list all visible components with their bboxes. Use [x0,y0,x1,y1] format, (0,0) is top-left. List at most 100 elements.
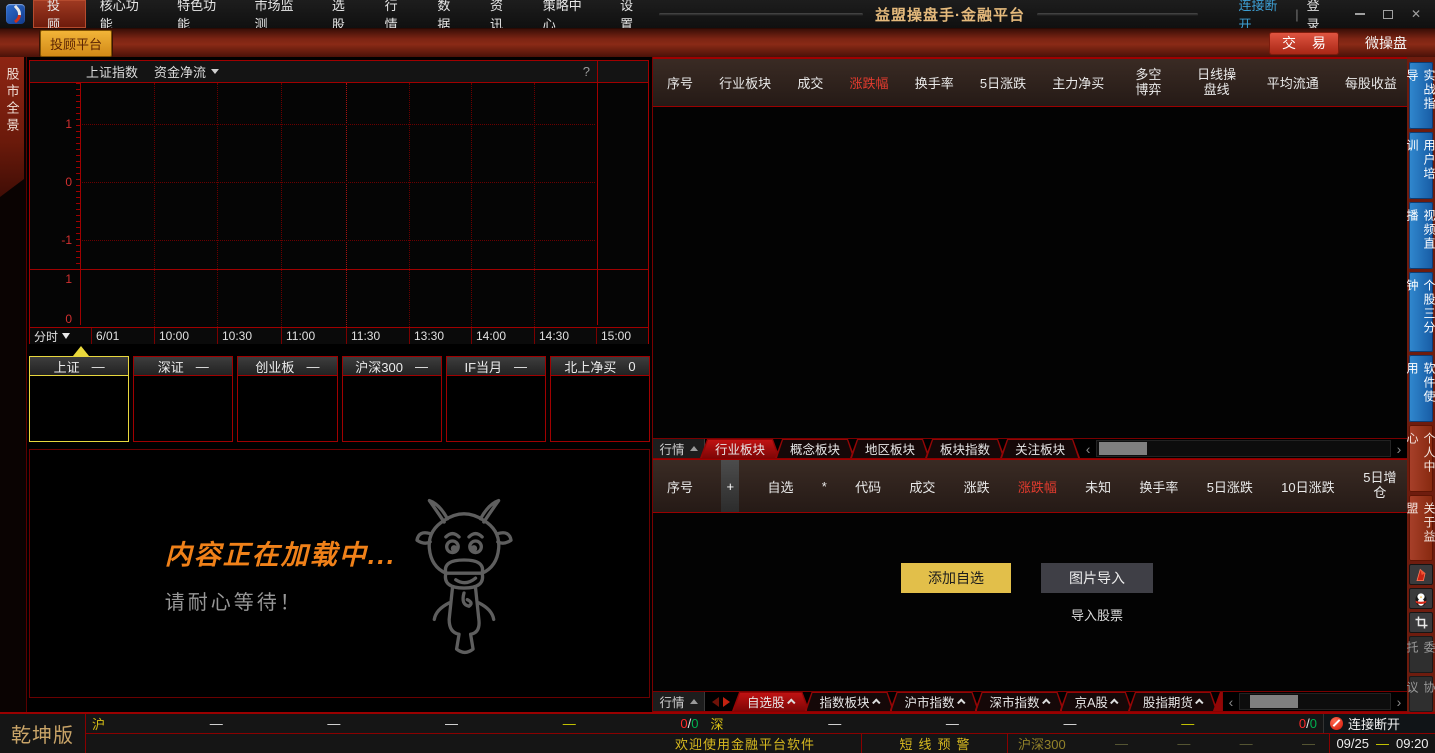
rail-stock-3min[interactable]: 个股三分钟 [1409,272,1433,352]
close-button[interactable]: ✕ [1405,5,1427,23]
col-5day-position[interactable]: 5日增仓 [1363,471,1397,501]
sector-table-body[interactable] [653,107,1407,438]
rail-software-usage[interactable]: 软件使用 [1409,355,1433,422]
tab-sz-index[interactable]: 深市指数 [975,692,1065,711]
help-icon[interactable]: ? [583,64,590,79]
col-volume[interactable]: 成交 [909,477,935,496]
fund-flow-dropdown[interactable]: 资金净流 [154,62,219,81]
tab-market-overview[interactable]: 股市全景 [0,57,24,197]
minimize-button[interactable] [1349,5,1371,23]
col-seq[interactable]: 序号 [667,477,693,496]
add-watchlist-button[interactable]: 添加自选 [901,563,1011,593]
add-column-button[interactable]: + [721,460,739,512]
tab-scrollbar[interactable] [1096,440,1391,457]
connection-status[interactable]: 连接断开 [1323,714,1435,733]
index-box-shanghai[interactable]: 上证— [29,356,129,442]
menu-item-core[interactable]: 核心功能 [86,0,163,28]
index-boxes: 上证— 深证— 创业板— 沪深300— IF当月— 北上净买0 [29,356,650,442]
col-star[interactable]: * [822,479,827,494]
col-main-net-buy[interactable]: 主力净买 [1052,73,1104,92]
menu-item-market-monitor[interactable]: 市场监测 [241,0,318,28]
menu-item-strategy[interactable]: 策略中心 [529,0,606,28]
col-5day-change[interactable]: 5日涨跌 [1207,477,1253,496]
col-change-pct[interactable]: 涨跌幅 [850,73,889,92]
tab-index-sectors[interactable]: 指数板块 [805,692,895,711]
index-ticker[interactable]: 沪深300 — — — — [1007,734,1329,753]
col-eps[interactable]: 每股收益 [1345,73,1397,92]
col-daily-line[interactable]: 日线操盘线 [1193,68,1241,98]
advisor-platform-button[interactable]: 投顾平台 [40,30,112,57]
col-turnover[interactable]: 换手率 [915,73,954,92]
micro-trade-button[interactable]: 微操盘 [1365,33,1407,53]
menu-item-quotes[interactable]: 行情 [371,0,424,28]
index-box-northbound[interactable]: 北上净买0 [550,356,650,442]
menu-item-settings[interactable]: 设置 [606,0,659,28]
short-term-alert-button[interactable]: 短线预警 [861,734,1007,753]
rail-agreement[interactable]: 协议 [1409,676,1433,712]
col-unknown[interactable]: 未知 [1085,477,1111,496]
tab-sh-index[interactable]: 沪市指数 [890,692,980,711]
col-change-pct[interactable]: 涨跌幅 [1018,477,1057,496]
rail-video-live[interactable]: 视频直播 [1409,202,1433,269]
index-box-shenzhen[interactable]: 深证— [133,356,233,442]
time-tick: 11:00 [281,328,346,344]
period-selector[interactable]: 分时 [30,328,91,344]
rail-practice-guide[interactable]: 实战指导 [1409,62,1433,129]
col-10day-change[interactable]: 10日涨跌 [1281,477,1334,496]
tab-region-sectors[interactable]: 地区板块 [850,439,930,458]
sector-table-header: 序号 行业板块 成交 涨跌幅 换手率 5日涨跌 主力净买 多空博弈 日线操盘线 … [653,57,1407,107]
app-window: 投顾 核心功能 特色功能 市场监测 选股 行情 数据 资讯 策略中心 设置 益盟… [0,0,1435,753]
prev-tab-button[interactable] [707,697,719,707]
col-bull-bear[interactable]: 多空博弈 [1130,68,1166,98]
chevron-up-icon [957,698,965,706]
col-volume[interactable]: 成交 [797,73,823,92]
trade-button[interactable]: 交 易 [1269,32,1339,55]
rail-delegate[interactable]: 委托 [1409,636,1433,672]
main-plot: 1 0 -1 [30,83,648,269]
rail-user-training[interactable]: 用户培训 [1409,132,1433,199]
screenshot-icon[interactable] [1409,612,1433,633]
col-watch[interactable]: 自选 [768,477,794,496]
tab-index-futures[interactable]: 股指期货 [1128,692,1218,711]
tab-watched-sectors[interactable]: 关注板块 [1000,439,1080,458]
image-import-button[interactable]: 图片导入 [1041,563,1153,593]
col-turnover[interactable]: 换手率 [1139,477,1178,496]
menu-item-data[interactable]: 数据 [423,0,476,28]
menu-item-features[interactable]: 特色功能 [163,0,240,28]
tab-watchlist[interactable]: 自选股 [732,692,810,711]
scroll-left-button[interactable]: ‹ [1223,692,1239,711]
pointer-icon[interactable] [1409,564,1433,585]
market-summary-row: 沪 — — — — 0/0 深 — — — — 0/0 连接断开 [86,714,1435,733]
index-chart: 上证指数 资金净流 ? 1 0 -1 [29,60,649,344]
menu-item-stock-pick[interactable]: 选股 [318,0,371,28]
col-sector[interactable]: 行业板块 [719,73,771,92]
menu-item-advisor[interactable]: 投顾 [33,0,86,28]
menu-item-news[interactable]: 资讯 [476,0,529,28]
quotes-group-button[interactable]: 行情 [653,439,705,458]
next-tab-button[interactable] [723,697,735,707]
col-5day-change[interactable]: 5日涨跌 [980,73,1026,92]
qq-icon[interactable] [1409,588,1433,609]
tab-industry-sectors[interactable]: 行业板块 [700,439,780,458]
tab-bj-a-shares[interactable]: 京A股 [1060,692,1133,711]
tab-concept-sectors[interactable]: 概念板块 [775,439,855,458]
rail-personal-center[interactable]: 个人中心 [1409,425,1433,492]
index-box-hs300[interactable]: 沪深300— [342,356,442,442]
tab-scrollbar[interactable] [1239,693,1391,710]
col-change[interactable]: 涨跌 [964,477,990,496]
col-avg-float[interactable]: 平均流通 [1267,73,1319,92]
maximize-button[interactable] [1377,5,1399,23]
col-code[interactable]: 代码 [855,477,881,496]
col-seq[interactable]: 序号 [667,73,693,92]
scroll-left-button[interactable]: ‹ [1080,439,1096,458]
menubar: 投顾 核心功能 特色功能 市场监测 选股 行情 数据 资讯 策略中心 设置 益盟… [0,0,1435,28]
scrollbar-thumb[interactable] [1099,442,1147,455]
rail-about-yimeng[interactable]: 关于益盟 [1409,495,1433,562]
quotes-group-button[interactable]: 行情 [653,692,705,711]
chart-header: 上证指数 资金净流 ? [30,61,648,83]
y-tick: 1 [30,117,72,131]
tab-sector-index[interactable]: 板块指数 [925,439,1005,458]
scrollbar-thumb[interactable] [1250,695,1298,708]
index-box-if-futures[interactable]: IF当月— [446,356,546,442]
index-box-chinext[interactable]: 创业板— [237,356,337,442]
